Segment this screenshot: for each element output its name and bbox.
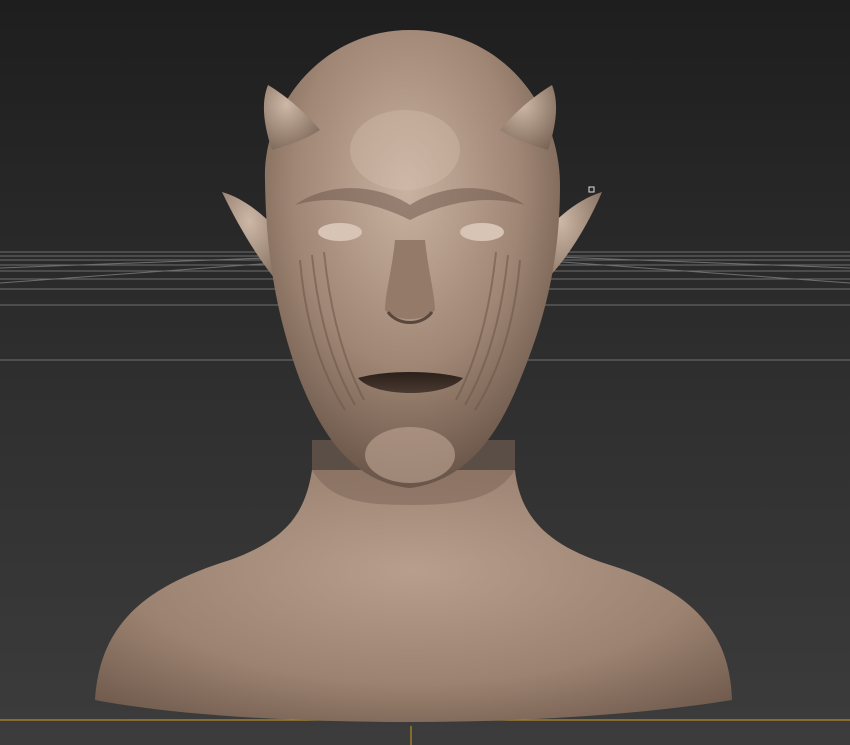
- right-eye: [460, 223, 504, 241]
- viewport-canvas[interactable]: [0, 0, 850, 745]
- chin: [365, 427, 455, 483]
- 3d-viewport[interactable]: [0, 0, 850, 745]
- forehead-highlight: [350, 110, 460, 190]
- left-eye: [318, 223, 362, 241]
